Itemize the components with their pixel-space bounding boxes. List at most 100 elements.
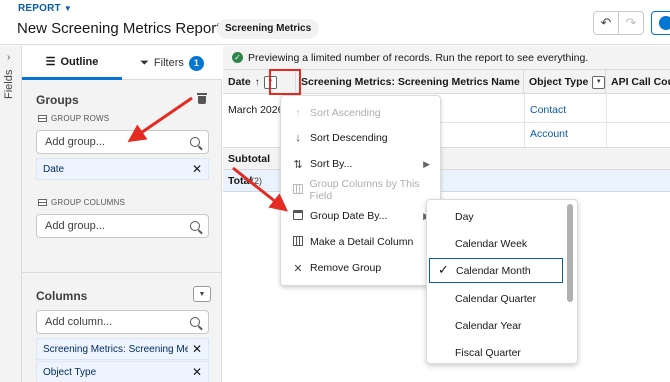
object-type-cell[interactable]: Account	[530, 128, 568, 140]
column-dropdown-menu: ↑ Sort Ascending ↓ Sort Descending ⇅ Sor…	[280, 95, 441, 286]
add-row-group-placeholder: Add group...	[45, 136, 105, 148]
arrow-up-icon: ↑	[295, 107, 301, 119]
add-column-group-input[interactable]: Add group...	[36, 214, 209, 238]
groups-title: Groups	[36, 93, 79, 107]
columns-title: Columns	[36, 289, 88, 303]
object-type-cell[interactable]: Contact	[530, 104, 566, 116]
sort-icon: ⇅	[293, 158, 303, 171]
submenu-scrollbar[interactable]	[567, 204, 573, 361]
fields-rail[interactable]: › Fields	[0, 46, 22, 382]
remove-icon[interactable]: ✕	[192, 342, 202, 356]
submenu-item-label: Calendar Month	[456, 264, 531, 277]
search-icon	[190, 221, 200, 231]
search-icon	[190, 317, 200, 327]
menu-item-sort-by[interactable]: ⇅ Sort By... ▶	[281, 151, 440, 177]
column-header-api-call-count[interactable]: API Call Count	[606, 70, 670, 94]
scrollbar-thumb[interactable]	[567, 204, 573, 302]
column-header-object-type-label: Object Type	[529, 76, 589, 88]
annotation-highlight-box	[269, 69, 301, 95]
rows-icon	[38, 115, 47, 122]
column-header-date-label: Date	[228, 76, 251, 88]
submenu-item-calendar-year[interactable]: Calendar Year	[427, 313, 567, 338]
fields-rail-label: Fields	[3, 70, 15, 100]
arrow-down-icon: ↓	[295, 132, 301, 144]
submenu-item-label: Fiscal Quarter	[455, 346, 521, 359]
remove-icon[interactable]: ✕	[192, 365, 202, 379]
report-label: REPORT	[18, 3, 61, 14]
column-header-name-label: Screening Metrics: Screening Metrics Nam…	[301, 76, 520, 88]
redo-icon: ↷	[625, 15, 637, 30]
column-chip-label: Screening Metrics: Screening Metrics Nam…	[43, 343, 188, 355]
submenu-item-label: Day	[455, 210, 474, 223]
group-rows-label: GROUP ROWS	[38, 114, 109, 123]
row-group-chip-label: Date	[43, 163, 65, 175]
column-chip-label: Object Type	[43, 366, 97, 378]
total-count: (2)	[251, 176, 262, 186]
undo-button[interactable]: ↶	[593, 11, 619, 35]
menu-item-make-detail-column[interactable]: Make a Detail Column	[281, 229, 440, 255]
subtotal-label: Subtotal	[228, 153, 270, 165]
table-icon	[291, 235, 305, 249]
row-group-chip-date[interactable]: Date ✕	[36, 158, 209, 180]
chevron-down-icon: ▼	[63, 4, 72, 13]
submenu-item-calendar-month[interactable]: ✓ Calendar Month	[429, 258, 563, 283]
group-columns-label-text: GROUP COLUMNS	[51, 198, 126, 207]
panel-tabs: ☰ Outline ⏷ Filters 1	[22, 46, 222, 80]
report-type-pill: Screening Metrics	[217, 19, 320, 39]
group-date-by-submenu: Day Calendar Week ✓ Calendar Month Calen…	[426, 199, 578, 364]
column-chip[interactable]: Screening Metrics: Screening Metrics Nam…	[36, 338, 209, 360]
menu-item-sort-descending[interactable]: ↓ Sort Descending	[281, 125, 440, 151]
menu-item-label: Group Columns by This Field	[309, 178, 420, 202]
table-icon	[291, 183, 304, 197]
calendar-icon	[291, 209, 305, 223]
columns-menu-button[interactable]: ▼	[193, 286, 211, 302]
tab-outline[interactable]: ☰ Outline	[22, 46, 122, 80]
search-icon	[190, 137, 200, 147]
submenu-item-fiscal-quarter[interactable]: Fiscal Quarter	[427, 340, 567, 363]
tab-outline-label: Outline	[60, 55, 99, 68]
menu-item-label: Make a Detail Column	[310, 236, 414, 248]
remove-icon[interactable]: ✕	[192, 162, 202, 176]
report-title-text: New Screening Metrics Report	[17, 20, 221, 37]
submenu-item-calendar-quarter[interactable]: Calendar Quarter	[427, 286, 567, 311]
total-label: Total	[228, 175, 253, 187]
submenu-arrow-icon: ▶	[423, 158, 430, 169]
refresh-button[interactable]	[651, 11, 670, 35]
report-title: New Screening Metrics Report ✎	[17, 20, 236, 37]
menu-item-sort-ascending: ↑ Sort Ascending	[281, 100, 440, 126]
menu-item-label: Sort By...	[310, 158, 353, 170]
submenu-item-label: Calendar Week	[455, 237, 528, 250]
group-date-cell: March 2026	[228, 104, 284, 116]
column-chip[interactable]: Object Type ✕	[36, 361, 209, 382]
preview-notice-text: Previewing a limited number of records. …	[248, 51, 589, 64]
chevron-right-icon[interactable]: ›	[7, 52, 10, 63]
report-type-menu[interactable]: REPORT ▼	[18, 3, 72, 14]
submenu-item-calendar-week[interactable]: Calendar Week	[427, 231, 567, 256]
menu-item-group-date-by[interactable]: Group Date By... ▶	[281, 203, 440, 229]
outline-panel: ☰ Outline ⏷ Filters 1 Groups GROUP ROWS …	[22, 46, 222, 382]
trash-icon[interactable]	[197, 93, 207, 104]
submenu-item-day[interactable]: Day	[427, 204, 567, 229]
tab-filters[interactable]: ⏷ Filters 1	[122, 46, 222, 80]
add-row-group-input[interactable]: Add group...	[36, 130, 209, 154]
add-column-group-placeholder: Add group...	[45, 220, 105, 232]
submenu-item-label: Calendar Year	[455, 319, 522, 332]
menu-item-label: Group Date By...	[310, 210, 388, 222]
menu-item-group-columns: Group Columns by This Field	[281, 177, 440, 203]
panel-divider	[22, 272, 222, 273]
refresh-icon	[659, 16, 670, 30]
menu-item-label: Sort Ascending	[310, 107, 381, 119]
menu-item-label: Remove Group	[310, 262, 382, 274]
columns-icon	[38, 199, 47, 206]
column-menu-button[interactable]: ▼	[592, 75, 605, 89]
undo-icon: ↶	[600, 15, 612, 30]
column-header-name[interactable]: Screening Metrics: Screening Metrics Nam…	[296, 70, 524, 94]
menu-item-remove-group[interactable]: ✕ Remove Group	[281, 255, 440, 281]
filter-icon: ⏷	[140, 56, 149, 69]
add-column-placeholder: Add column...	[45, 316, 113, 328]
report-header: REPORT ▼ New Screening Metrics Report ✎ …	[0, 0, 670, 45]
column-header-object-type[interactable]: Object Type ▼	[524, 70, 606, 94]
add-column-input[interactable]: Add column...	[36, 310, 209, 334]
group-columns-label: GROUP COLUMNS	[38, 198, 125, 207]
redo-button[interactable]: ↷	[618, 11, 644, 35]
